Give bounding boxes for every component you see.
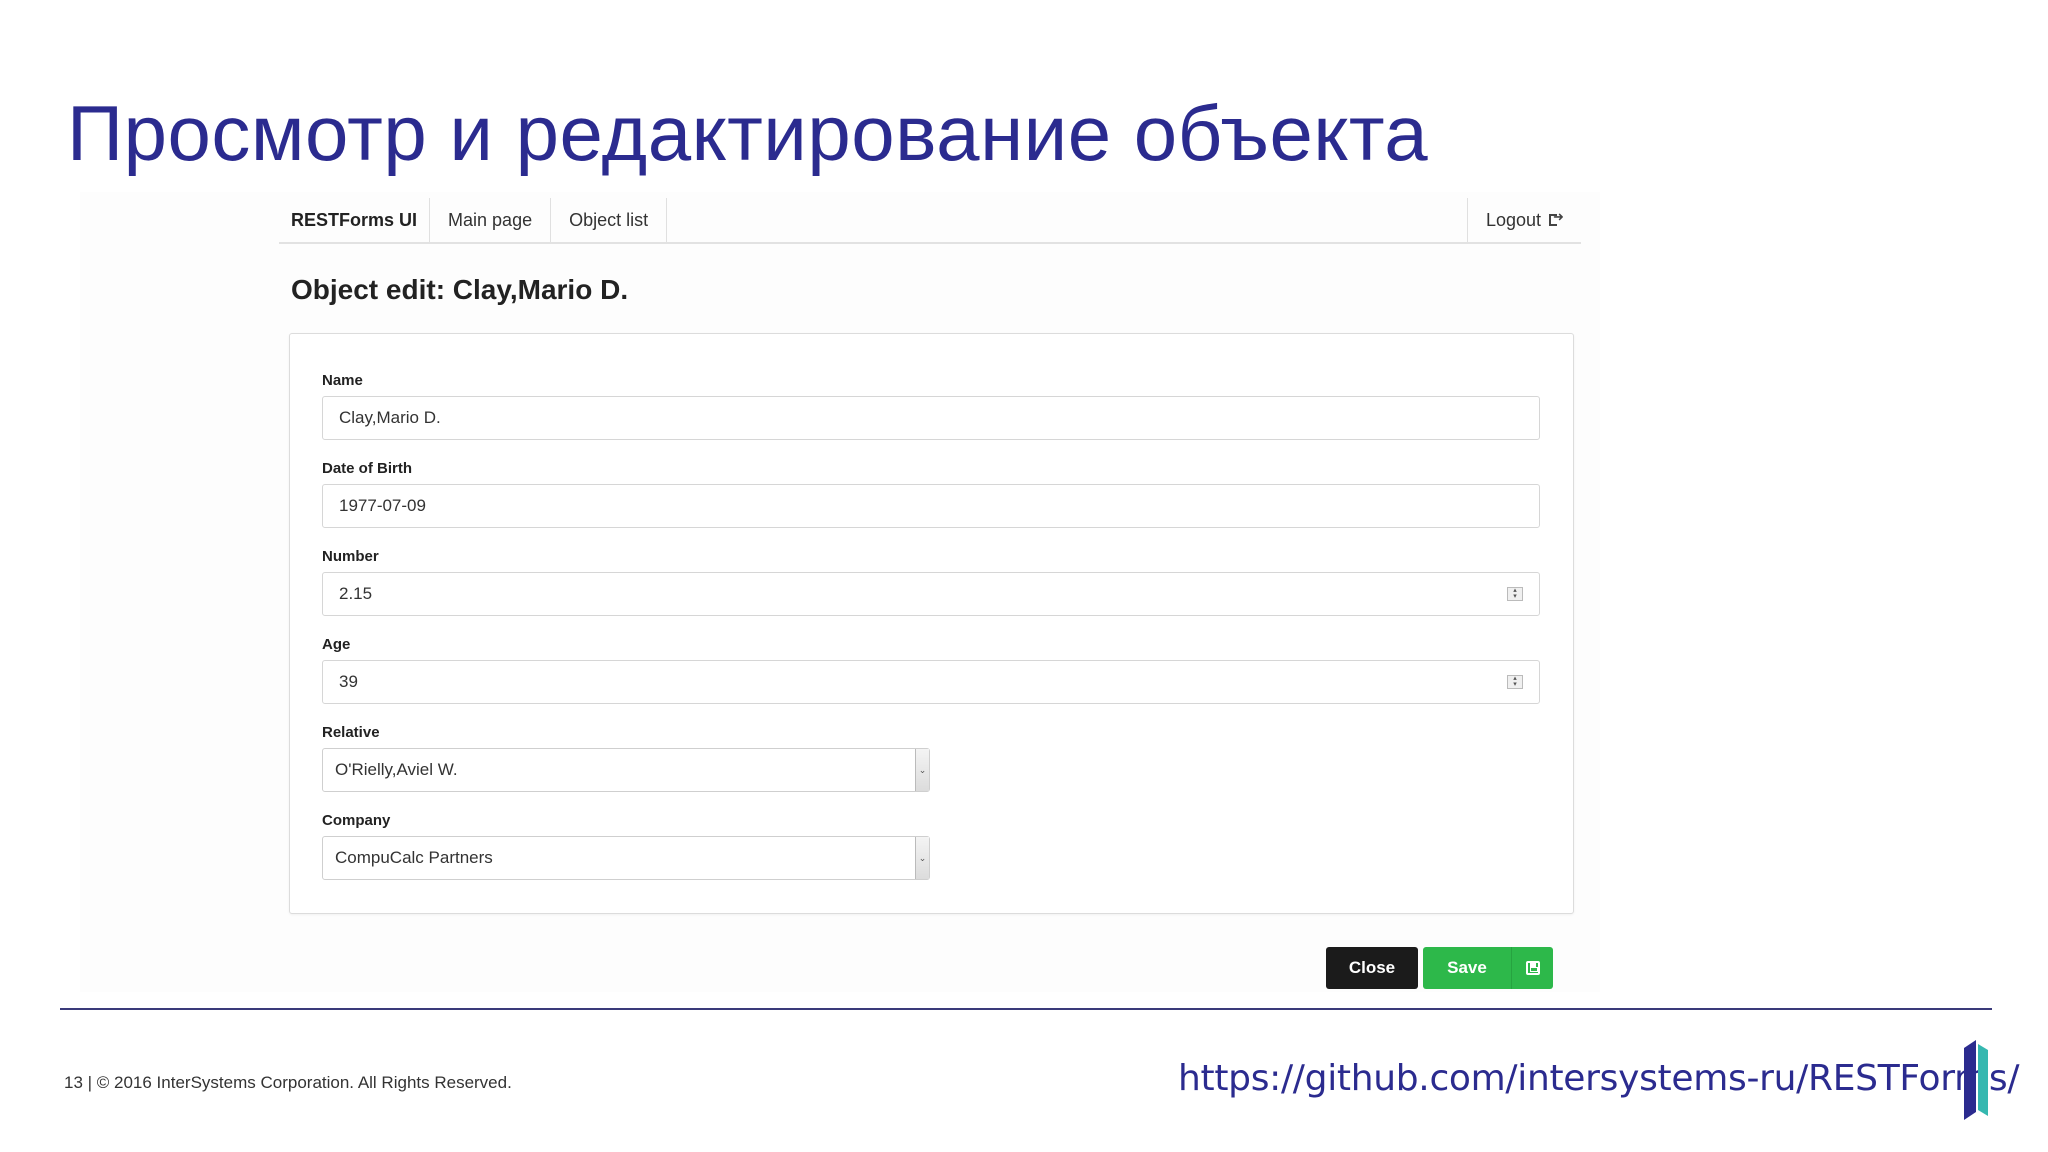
relative-label: Relative bbox=[322, 724, 380, 741]
logout-label: Logout bbox=[1485, 209, 1541, 230]
dob-label: Date of Birth bbox=[322, 460, 412, 477]
floppy-disk-icon bbox=[1525, 961, 1540, 975]
page-heading: Object edit: Clay,Mario D. bbox=[291, 274, 629, 305]
intersystems-logo-icon bbox=[1964, 1040, 1988, 1120]
name-label: Name bbox=[322, 372, 363, 389]
company-select[interactable]: CompuCalc Partners ⌄ bbox=[322, 836, 930, 880]
age-label: Age bbox=[322, 636, 351, 653]
footer-copyright: 13 | © 2016 InterSystems Corporation. Al… bbox=[64, 1073, 512, 1092]
age-spinner-icon[interactable]: ▴ ▾ bbox=[1507, 675, 1523, 689]
chevron-down-icon[interactable]: ⌄ bbox=[915, 837, 929, 879]
nav-item-main-page[interactable]: Main page bbox=[430, 198, 552, 242]
save-button[interactable]: Save bbox=[1423, 947, 1553, 989]
number-field[interactable]: 2.15 ▴ ▾ bbox=[322, 572, 1540, 616]
number-value: 2.15 bbox=[339, 584, 373, 603]
navbar: RESTForms UI Main page Object list Logou… bbox=[279, 198, 1581, 244]
slide-title: Просмотр и редактирование объекта bbox=[67, 89, 1429, 177]
logout-icon bbox=[1549, 209, 1564, 226]
number-spinner-icon[interactable]: ▴ ▾ bbox=[1507, 587, 1523, 601]
footer-divider bbox=[60, 1008, 1992, 1010]
age-value: 39 bbox=[339, 672, 358, 691]
footer-url-link[interactable]: https://github.com/intersystems-ru/RESTF… bbox=[1178, 1058, 2019, 1099]
close-button[interactable]: Close bbox=[1326, 947, 1418, 989]
nav-item-object-list[interactable]: Object list bbox=[551, 198, 668, 242]
name-value: Clay,Mario D. bbox=[339, 408, 441, 427]
nav-brand[interactable]: RESTForms UI bbox=[279, 198, 431, 242]
number-label: Number bbox=[322, 548, 379, 565]
save-label: Save bbox=[1447, 958, 1487, 977]
name-field[interactable]: Clay,Mario D. bbox=[322, 396, 1540, 440]
relative-select[interactable]: O'Rielly,Aviel W. ⌄ bbox=[322, 748, 930, 792]
chevron-down-icon[interactable]: ⌄ bbox=[915, 749, 929, 791]
logout-link[interactable]: Logout bbox=[1466, 198, 1581, 242]
relative-value: O'Rielly,Aviel W. bbox=[335, 760, 458, 779]
dob-value: 1977-07-09 bbox=[339, 496, 426, 515]
save-icon-area bbox=[1511, 947, 1553, 989]
dob-field[interactable]: 1977-07-09 bbox=[322, 484, 1540, 528]
company-label: Company bbox=[322, 812, 391, 829]
form-panel: Name Clay,Mario D. Date of Birth 1977-07… bbox=[289, 333, 1574, 914]
age-field[interactable]: 39 ▴ ▾ bbox=[322, 660, 1540, 704]
company-value: CompuCalc Partners bbox=[335, 848, 493, 867]
